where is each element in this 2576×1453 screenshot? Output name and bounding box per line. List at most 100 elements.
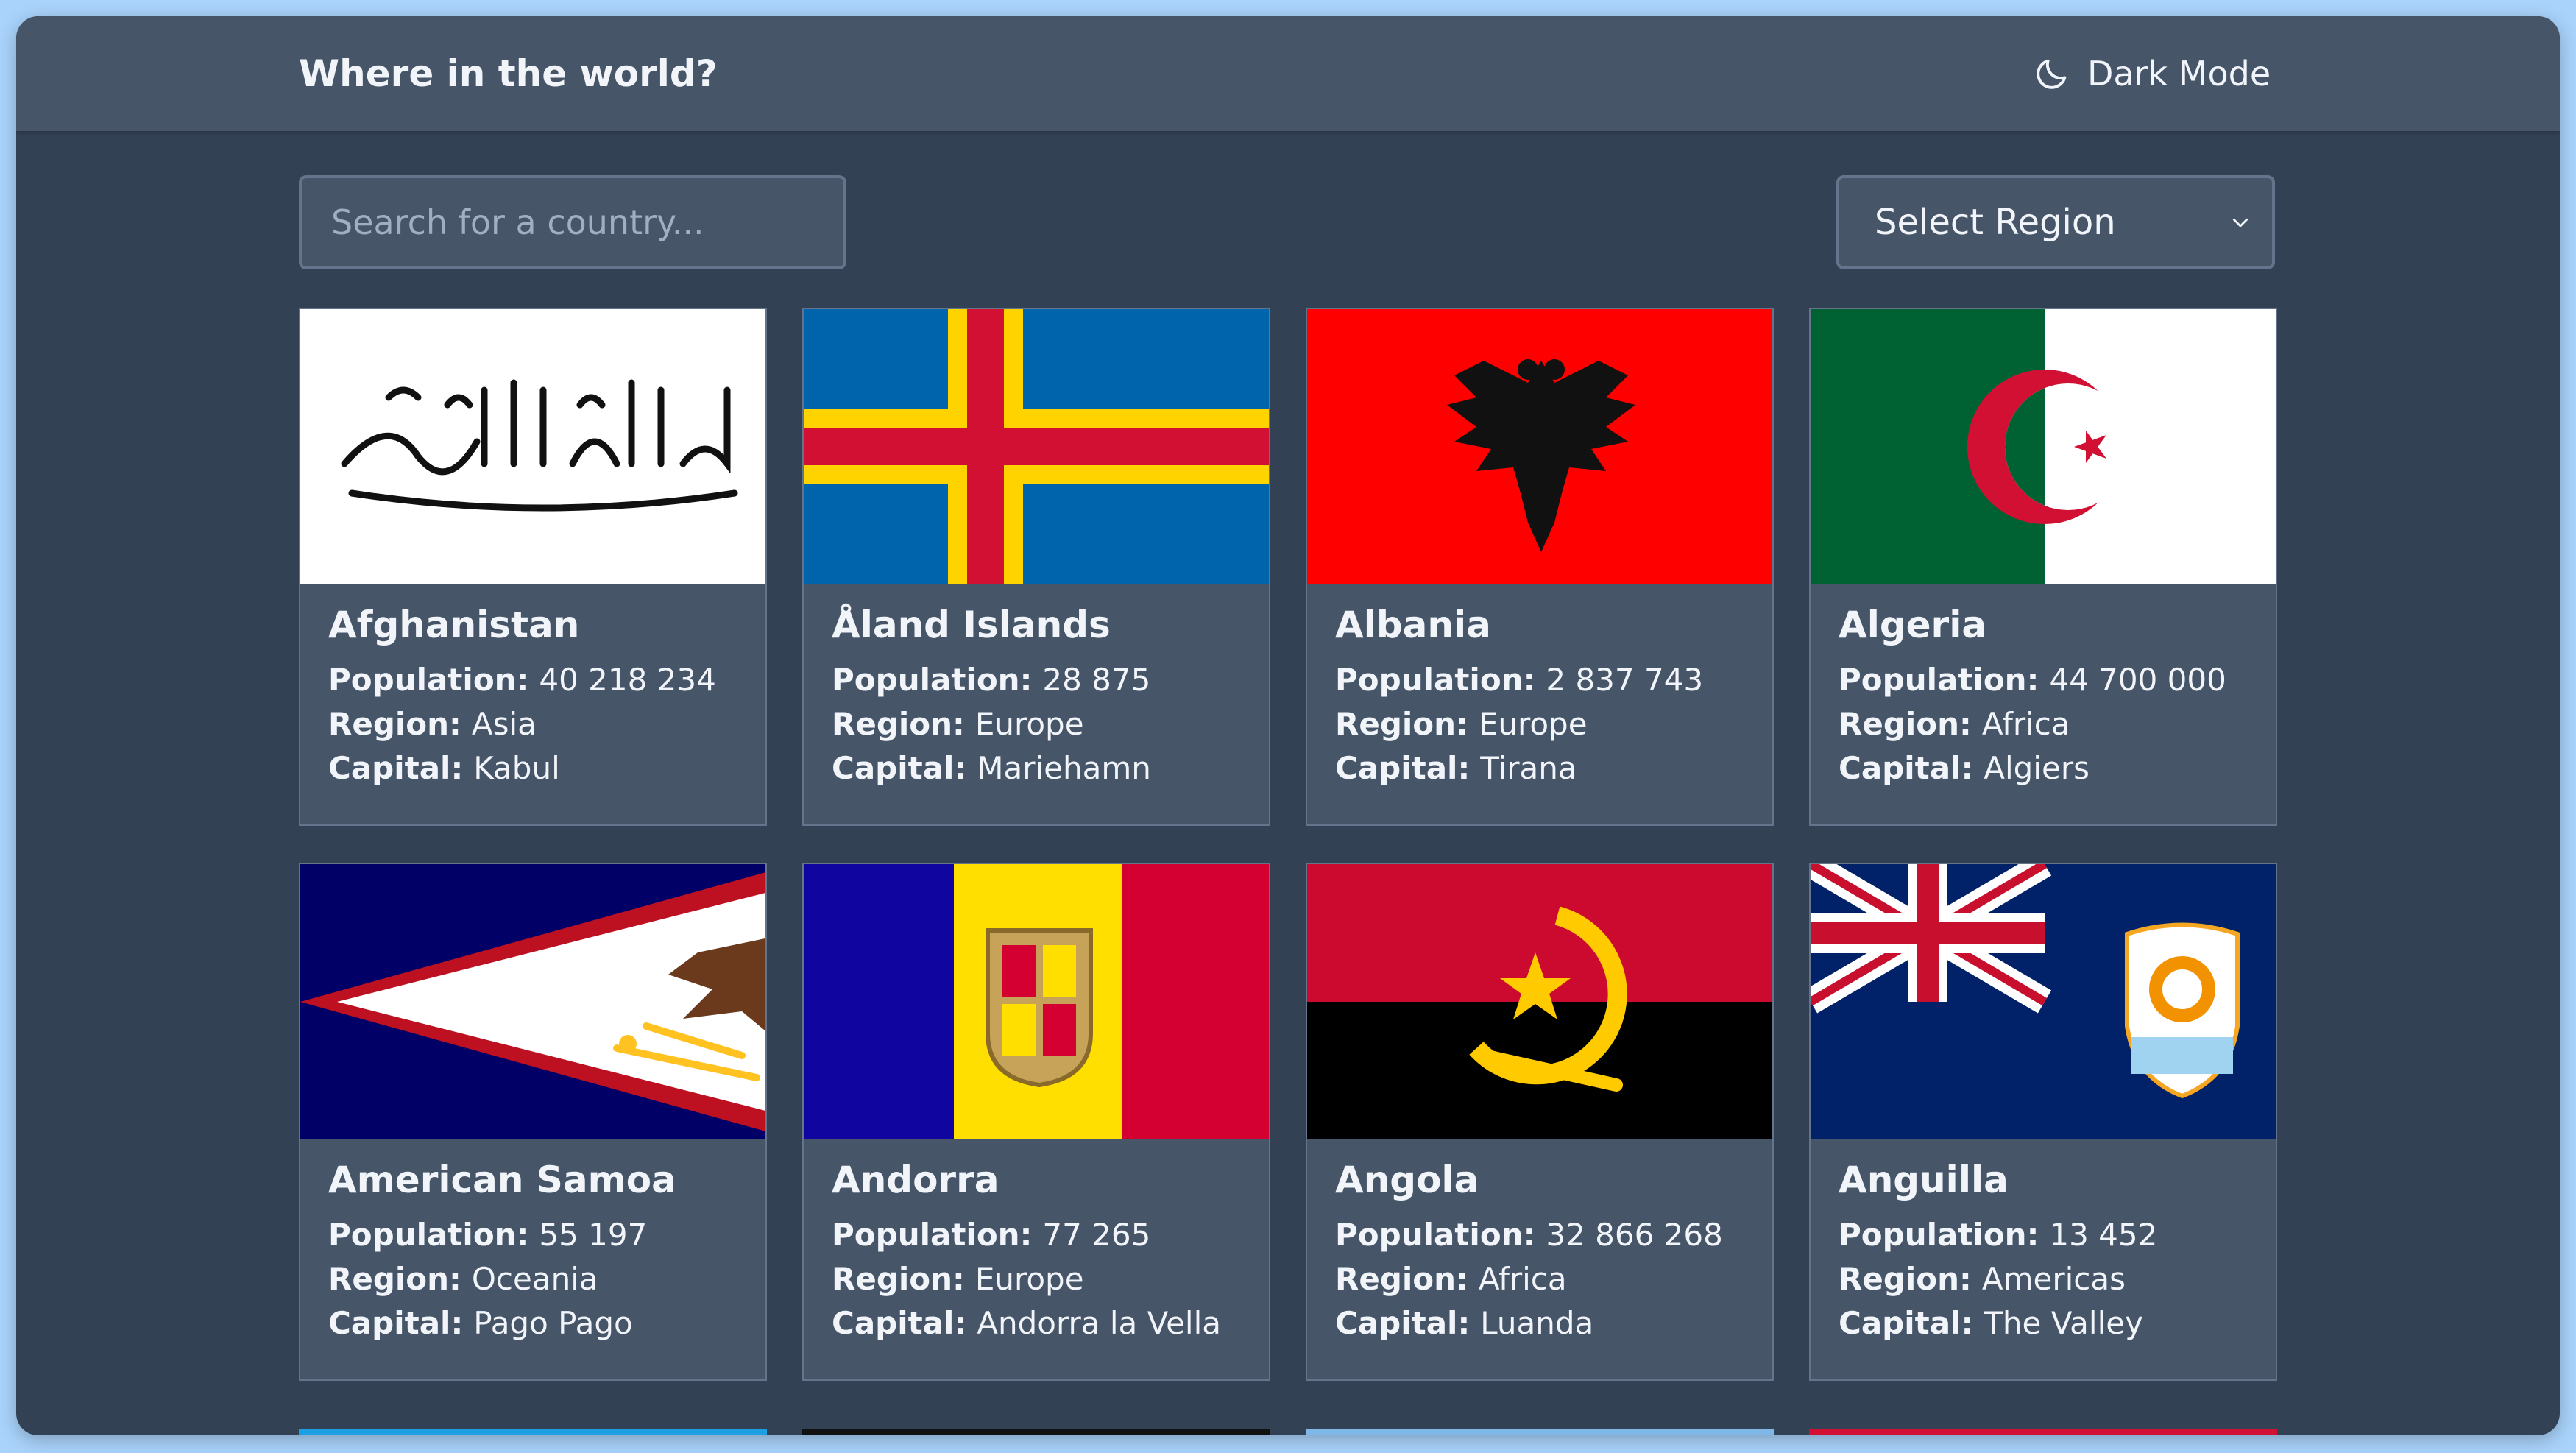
capital-row: Capital: Luanda bbox=[1335, 1301, 1758, 1346]
country-card-andorra[interactable]: Andorra Population: 77 265 Region: Europe … bbox=[802, 863, 1270, 1381]
population-value: 77 265 bbox=[1042, 1217, 1151, 1253]
population-label: Population: bbox=[1335, 1217, 1536, 1253]
flag-algeria bbox=[1811, 309, 2276, 584]
country-card-algeria[interactable]: Algeria Population: 44 700 000 Region: Afr… bbox=[1809, 308, 2277, 826]
country-name: Algeria bbox=[1839, 604, 1987, 646]
region-label: Region: bbox=[832, 706, 965, 742]
flag-albania bbox=[1307, 309, 1772, 584]
capital-row: Capital: Mariehamn bbox=[832, 746, 1254, 791]
capital-label: Capital: bbox=[832, 1305, 967, 1341]
population-value: 13 452 bbox=[2049, 1217, 2158, 1253]
capital-label: Capital: bbox=[1335, 750, 1471, 786]
top-header: Where in the world? Dark Mode bbox=[16, 16, 2560, 131]
country-name: Anguilla bbox=[1839, 1159, 2009, 1201]
region-row: Region: Oceania bbox=[328, 1257, 751, 1301]
capital-label: Capital: bbox=[1335, 1305, 1471, 1341]
population-row: Population: 13 452 bbox=[1839, 1213, 2261, 1257]
card-info: Afghanistan Population: 40 218 234 Region… bbox=[328, 604, 751, 791]
population-row: Population: 77 265 bbox=[832, 1213, 1254, 1257]
population-label: Population: bbox=[1335, 662, 1536, 698]
country-name: American Samoa bbox=[328, 1159, 676, 1201]
region-row: Region: Americas bbox=[1839, 1257, 2261, 1301]
flag-angola bbox=[1307, 864, 1772, 1139]
card-info: Åland Islands Population: 28 875 Region: E… bbox=[832, 604, 1254, 791]
region-label: Region: bbox=[328, 706, 461, 742]
region-label: Region: bbox=[328, 1261, 461, 1297]
region-value: Europe bbox=[974, 706, 1084, 742]
capital-value: Andorra la Vella bbox=[977, 1305, 1221, 1341]
card-info: Albania Population: 2 837 743 Region: Euro… bbox=[1335, 604, 1758, 791]
card-info: Angola Population: 32 866 268 Region: Afri… bbox=[1335, 1159, 1758, 1346]
country-card-partial[interactable] bbox=[1306, 1429, 1774, 1435]
region-value: Asia bbox=[471, 706, 537, 742]
population-row: Population: 44 700 000 bbox=[1839, 658, 2261, 702]
capital-value: Kabul bbox=[473, 750, 560, 786]
flag-anguilla bbox=[1811, 864, 2276, 1139]
country-card-angola[interactable]: Angola Population: 32 866 268 Region: Afri… bbox=[1306, 863, 1774, 1381]
country-card-albania[interactable]: Albania Population: 2 837 743 Region: Euro… bbox=[1306, 308, 1774, 826]
population-label: Population: bbox=[328, 662, 529, 698]
country-card-partial[interactable] bbox=[1809, 1429, 2277, 1435]
population-value: 55 197 bbox=[539, 1217, 648, 1253]
capital-row: Capital: Pago Pago bbox=[328, 1301, 751, 1346]
population-row: Population: 40 218 234 bbox=[328, 658, 751, 702]
capital-label: Capital: bbox=[1839, 1305, 1974, 1341]
country-name: Andorra bbox=[832, 1159, 999, 1201]
region-label: Region: bbox=[1335, 706, 1468, 742]
capital-row: Capital: Kabul bbox=[328, 746, 751, 791]
dark-mode-label: Dark Mode bbox=[2087, 54, 2271, 93]
capital-row: Capital: Algiers bbox=[1839, 746, 2261, 791]
country-card-anguilla[interactable]: Anguilla Population: 13 452 Region: Americ… bbox=[1809, 863, 2277, 1381]
card-info: Andorra Population: 77 265 Region: Europe … bbox=[832, 1159, 1254, 1346]
region-value: Africa bbox=[1981, 706, 2070, 742]
region-label: Region: bbox=[1839, 706, 1972, 742]
capital-row: Capital: Andorra la Vella bbox=[832, 1301, 1254, 1346]
country-card-aland-islands[interactable]: Åland Islands Population: 28 875 Region: E… bbox=[802, 308, 1270, 826]
country-card-partial[interactable] bbox=[299, 1429, 767, 1435]
population-value: 2 837 743 bbox=[1546, 662, 1704, 698]
capital-label: Capital: bbox=[1839, 750, 1974, 786]
region-row: Region: Africa bbox=[1839, 702, 2261, 746]
region-row: Region: Africa bbox=[1335, 1257, 1758, 1301]
region-value: Oceania bbox=[471, 1261, 598, 1297]
country-card-afghanistan[interactable]: Afghanistan Population: 40 218 234 Region… bbox=[299, 308, 767, 826]
population-row: Population: 32 866 268 bbox=[1335, 1213, 1758, 1257]
region-label: Region: bbox=[1839, 1261, 1972, 1297]
flag-afghanistan bbox=[300, 309, 765, 584]
app-window: Where in the world? Dark Mode Select Reg… bbox=[16, 16, 2560, 1435]
app-title: Where in the world? bbox=[299, 52, 718, 95]
population-row: Population: 55 197 bbox=[328, 1213, 751, 1257]
population-row: Population: 2 837 743 bbox=[1335, 658, 1758, 702]
flag-andorra bbox=[804, 864, 1269, 1139]
region-row: Region: Europe bbox=[832, 702, 1254, 746]
capital-value: The Valley bbox=[1984, 1305, 2143, 1341]
dark-mode-toggle[interactable]: Dark Mode bbox=[2033, 16, 2271, 131]
capital-value: Luanda bbox=[1480, 1305, 1594, 1341]
region-row: Region: Europe bbox=[1335, 702, 1758, 746]
region-row: Region: Europe bbox=[832, 1257, 1254, 1301]
population-label: Population: bbox=[1839, 1217, 2039, 1253]
card-info: American Samoa Population: 55 197 Region:… bbox=[328, 1159, 751, 1346]
region-label: Region: bbox=[1335, 1261, 1468, 1297]
capital-value: Tirana bbox=[1480, 750, 1577, 786]
capital-value: Algiers bbox=[1984, 750, 2090, 786]
country-card-american-samoa[interactable]: American Samoa Population: 55 197 Region:… bbox=[299, 863, 767, 1381]
search-input[interactable] bbox=[299, 175, 846, 269]
region-value: Europe bbox=[974, 1261, 1084, 1297]
population-value: 32 866 268 bbox=[1546, 1217, 1723, 1253]
population-value: 44 700 000 bbox=[2049, 662, 2226, 698]
population-value: 40 218 234 bbox=[539, 662, 716, 698]
region-filter-select[interactable]: Select Region bbox=[1836, 175, 2275, 269]
region-filter-label: Select Region bbox=[1875, 202, 2116, 243]
chevron-down-icon bbox=[2232, 218, 2248, 227]
flag-american-samoa bbox=[300, 864, 765, 1139]
country-name: Åland Islands bbox=[832, 604, 1111, 646]
capital-row: Capital: The Valley bbox=[1839, 1301, 2261, 1346]
capital-value: Mariehamn bbox=[977, 750, 1151, 786]
country-card-partial[interactable] bbox=[802, 1429, 1270, 1435]
country-name: Albania bbox=[1335, 604, 1491, 646]
moon-icon bbox=[2037, 59, 2067, 89]
capital-row: Capital: Tirana bbox=[1335, 746, 1758, 791]
card-info: Anguilla Population: 13 452 Region: Americ… bbox=[1839, 1159, 2261, 1346]
country-name: Angola bbox=[1335, 1159, 1479, 1201]
